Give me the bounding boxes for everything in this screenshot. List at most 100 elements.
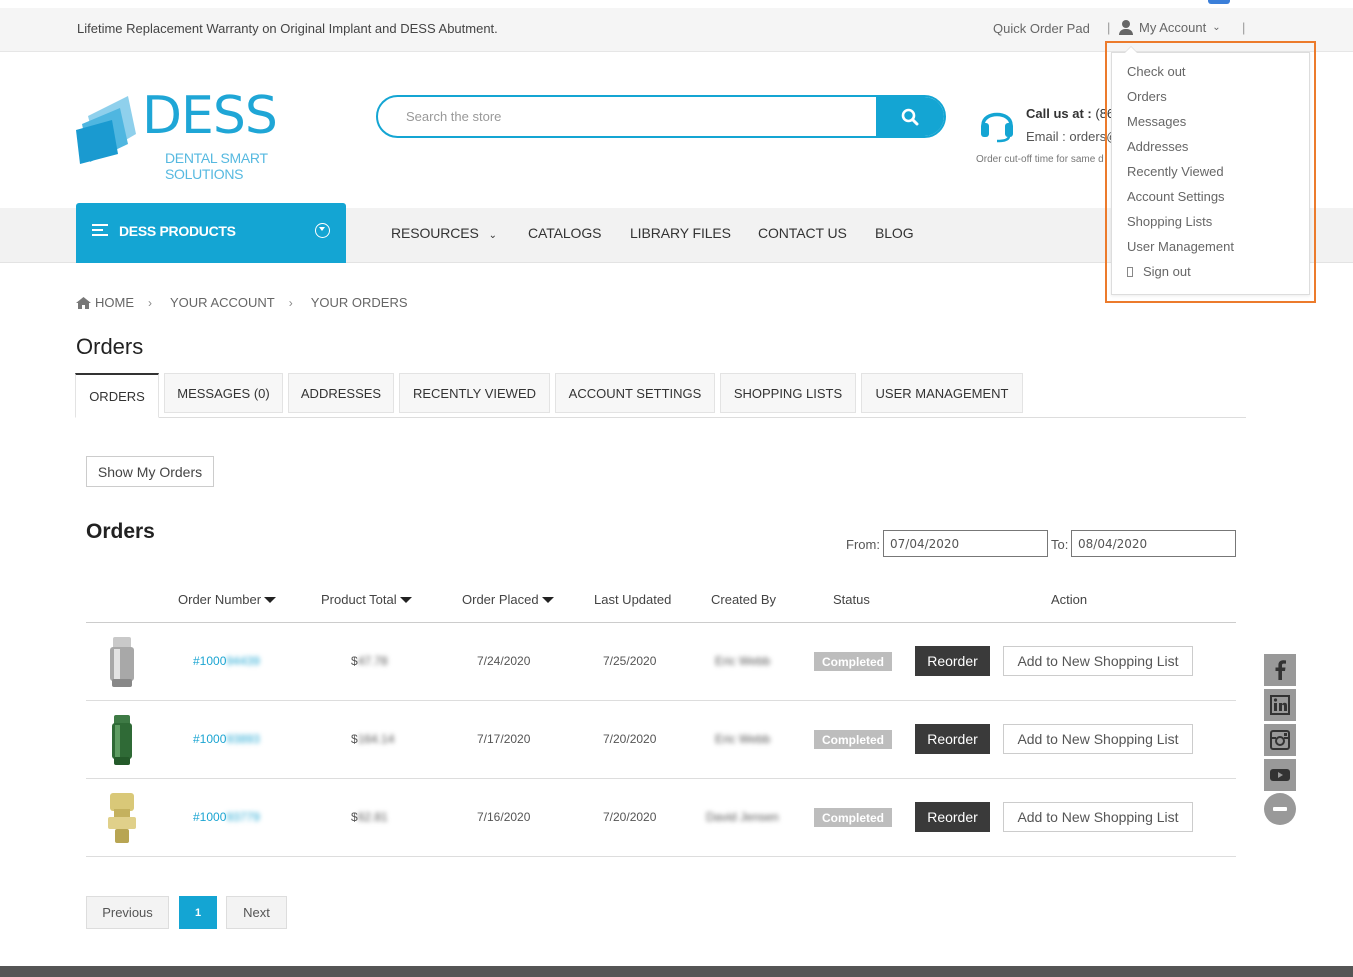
- dropdown-check-out[interactable]: Check out: [1127, 64, 1186, 79]
- product-thumbnail[interactable]: [104, 713, 140, 767]
- nav-contact-us[interactable]: CONTACT US: [758, 225, 847, 241]
- menu-icon: [92, 224, 108, 238]
- reorder-button[interactable]: Reorder: [915, 802, 990, 832]
- dropdown-addresses[interactable]: Addresses: [1127, 139, 1188, 154]
- dropdown-orders[interactable]: Orders: [1127, 89, 1167, 104]
- strip-mark: [1208, 0, 1230, 4]
- search-button[interactable]: [876, 97, 944, 136]
- status-badge: Completed: [814, 730, 892, 749]
- last-updated: 7/25/2020: [603, 654, 657, 668]
- reorder-button[interactable]: Reorder: [915, 724, 990, 754]
- dropdown-recently-viewed[interactable]: Recently Viewed: [1127, 164, 1224, 179]
- header-status: Status: [833, 592, 870, 607]
- footer: [0, 966, 1353, 977]
- next-page-button[interactable]: Next: [226, 896, 287, 929]
- header-action: Action: [1051, 592, 1088, 607]
- dropdown-messages[interactable]: Messages: [1127, 114, 1186, 129]
- add-to-shopping-list-button[interactable]: Add to New Shopping List: [1003, 724, 1193, 754]
- order-number-link[interactable]: #100093779: [193, 810, 260, 824]
- tab-orders[interactable]: ORDERS: [75, 373, 159, 418]
- minus-icon: [1273, 807, 1287, 811]
- order-placed: 7/24/2020: [477, 654, 531, 668]
- top-bar: Lifetime Replacement Warranty on Origina…: [0, 8, 1353, 52]
- show-my-orders-button[interactable]: Show My Orders: [86, 456, 214, 487]
- separator: |: [1242, 20, 1246, 35]
- instagram-icon: [1270, 730, 1290, 750]
- headset-icon: [981, 112, 1013, 143]
- tab-messages[interactable]: MESSAGES (0): [164, 373, 283, 413]
- chevron-circle-down-icon: [315, 223, 330, 238]
- add-to-shopping-list-button[interactable]: Add to New Shopping List: [1003, 802, 1193, 832]
- to-date-input[interactable]: [1071, 530, 1236, 557]
- order-number-link[interactable]: #100093893: [193, 732, 260, 746]
- page-title: Orders: [76, 334, 144, 359]
- reorder-button[interactable]: Reorder: [915, 646, 990, 676]
- separator: |: [1107, 20, 1111, 35]
- search-bar: [376, 95, 946, 138]
- tab-recently-viewed[interactable]: RECENTLY VIEWED: [399, 373, 550, 413]
- browser-top-strip: [0, 0, 1353, 8]
- order-placed: 7/16/2020: [477, 810, 531, 824]
- orders-table-header: Order Number Product Total Order Placed …: [86, 578, 1236, 623]
- instagram-button[interactable]: [1264, 724, 1296, 756]
- tab-addresses[interactable]: ADDRESSES: [288, 373, 394, 413]
- collapse-social-button[interactable]: [1264, 793, 1296, 825]
- breadcrumb-your-orders: YOUR ORDERS: [310, 295, 408, 310]
- my-account-dropdown: Check out Orders Messages Addresses Rece…: [1111, 46, 1310, 295]
- dropdown-user-management[interactable]: User Management: [1127, 239, 1234, 254]
- header-order-number[interactable]: Order Number: [178, 592, 277, 607]
- order-number-link[interactable]: #100094439: [193, 654, 260, 668]
- facebook-button[interactable]: [1264, 654, 1296, 686]
- header-created-by: Created By: [711, 592, 777, 607]
- account-tabs: ORDERS MESSAGES (0) ADDRESSES RECENTLY V…: [75, 373, 1246, 418]
- dess-products-menu[interactable]: DESS PRODUCTS: [76, 203, 346, 263]
- breadcrumb-your-account[interactable]: YOUR ACCOUNT: [170, 295, 275, 310]
- to-label: To:: [1051, 537, 1069, 552]
- add-to-shopping-list-button[interactable]: Add to New Shopping List: [1003, 646, 1193, 676]
- facebook-icon: [1275, 660, 1286, 680]
- tab-shopping-lists[interactable]: SHOPPING LISTS: [720, 373, 856, 413]
- from-label: From:: [846, 537, 880, 552]
- linkedin-button[interactable]: [1264, 689, 1296, 721]
- logo-mark-icon: [76, 96, 136, 164]
- my-account-menu[interactable]: My Account ⌄: [1119, 20, 1221, 35]
- status-badge: Completed: [814, 808, 892, 827]
- search-input[interactable]: [378, 97, 878, 136]
- header-order-placed[interactable]: Order Placed: [462, 592, 554, 607]
- logo-tagline: DENTAL SMART SOLUTIONS: [165, 150, 268, 182]
- page-1-button[interactable]: 1: [179, 896, 217, 929]
- product-total: $164.14: [351, 732, 395, 746]
- product-thumbnail[interactable]: [104, 791, 140, 845]
- breadcrumb-home[interactable]: HOME: [95, 295, 134, 310]
- call-us: Call us at : (86: [1026, 106, 1115, 121]
- dess-logo[interactable]: DESS DENTAL SMART SOLUTIONS: [76, 86, 348, 182]
- header-product-total[interactable]: Product Total: [321, 592, 412, 607]
- created-by: Eric Webb: [715, 732, 771, 746]
- product-thumbnail[interactable]: [104, 635, 140, 689]
- search-icon: [901, 108, 919, 125]
- from-date-input[interactable]: [883, 530, 1048, 557]
- logo-name: DESS: [142, 86, 278, 146]
- nav-blog[interactable]: BLOG: [875, 225, 914, 241]
- nav-catalogs[interactable]: CATALOGS: [528, 225, 601, 241]
- created-by: David Jensen: [706, 810, 779, 824]
- tab-user-management[interactable]: USER MANAGEMENT: [861, 373, 1023, 413]
- table-row: #100094439 $47.78 7/24/2020 7/25/2020 Er…: [86, 623, 1236, 701]
- previous-page-button[interactable]: Previous: [86, 896, 169, 929]
- youtube-button[interactable]: [1264, 759, 1296, 791]
- dropdown-shopping-lists[interactable]: Shopping Lists: [1127, 214, 1212, 229]
- nav-resources[interactable]: RESOURCES ⌄: [391, 225, 497, 241]
- linkedin-icon: [1270, 695, 1290, 715]
- tab-account-settings[interactable]: ACCOUNT SETTINGS: [555, 373, 715, 413]
- email-text: Email : orders@: [1026, 129, 1116, 144]
- sort-caret-icon: [264, 596, 277, 603]
- quick-order-pad-link[interactable]: Quick Order Pad: [993, 21, 1090, 36]
- nav-library-files[interactable]: LIBRARY FILES: [630, 225, 731, 241]
- chevron-down-icon: ⌄: [1212, 22, 1221, 33]
- header-last-updated: Last Updated: [594, 592, 672, 607]
- chevron-down-icon: ⌄: [488, 230, 497, 241]
- table-row: #100093893 $164.14 7/17/2020 7/20/2020 E…: [86, 701, 1236, 779]
- product-total: $62.81: [351, 810, 388, 824]
- dropdown-account-settings[interactable]: Account Settings: [1127, 189, 1225, 204]
- dropdown-sign-out[interactable]: Sign out: [1127, 264, 1191, 279]
